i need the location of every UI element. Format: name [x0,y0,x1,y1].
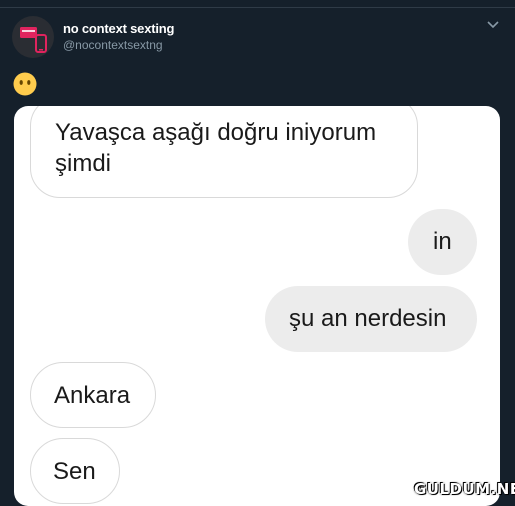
message-bubble-sent: şu an nerdesin [265,286,477,352]
chevron-down-icon[interactable] [486,20,500,30]
message-bubble-received: Sen [30,438,120,504]
neutral-face-emoji [13,72,37,96]
watermark: GULDUM.NET [414,480,515,498]
message-bubble-received: Yavaşca aşağı doğru iniyorum şimdi [30,106,418,198]
user-handle[interactable]: @nocontextsextng [63,38,163,52]
message-bubble-sent: in [408,209,477,275]
message-bubble-received: Ankara [30,362,156,428]
top-divider [0,7,515,8]
chat-screenshot-image[interactable]: Yavaşca aşağı doğru iniyorum şimdi in şu… [14,106,500,506]
display-name[interactable]: no context sexting [63,21,174,36]
phone-icon [20,27,47,53]
avatar[interactable] [12,16,54,58]
